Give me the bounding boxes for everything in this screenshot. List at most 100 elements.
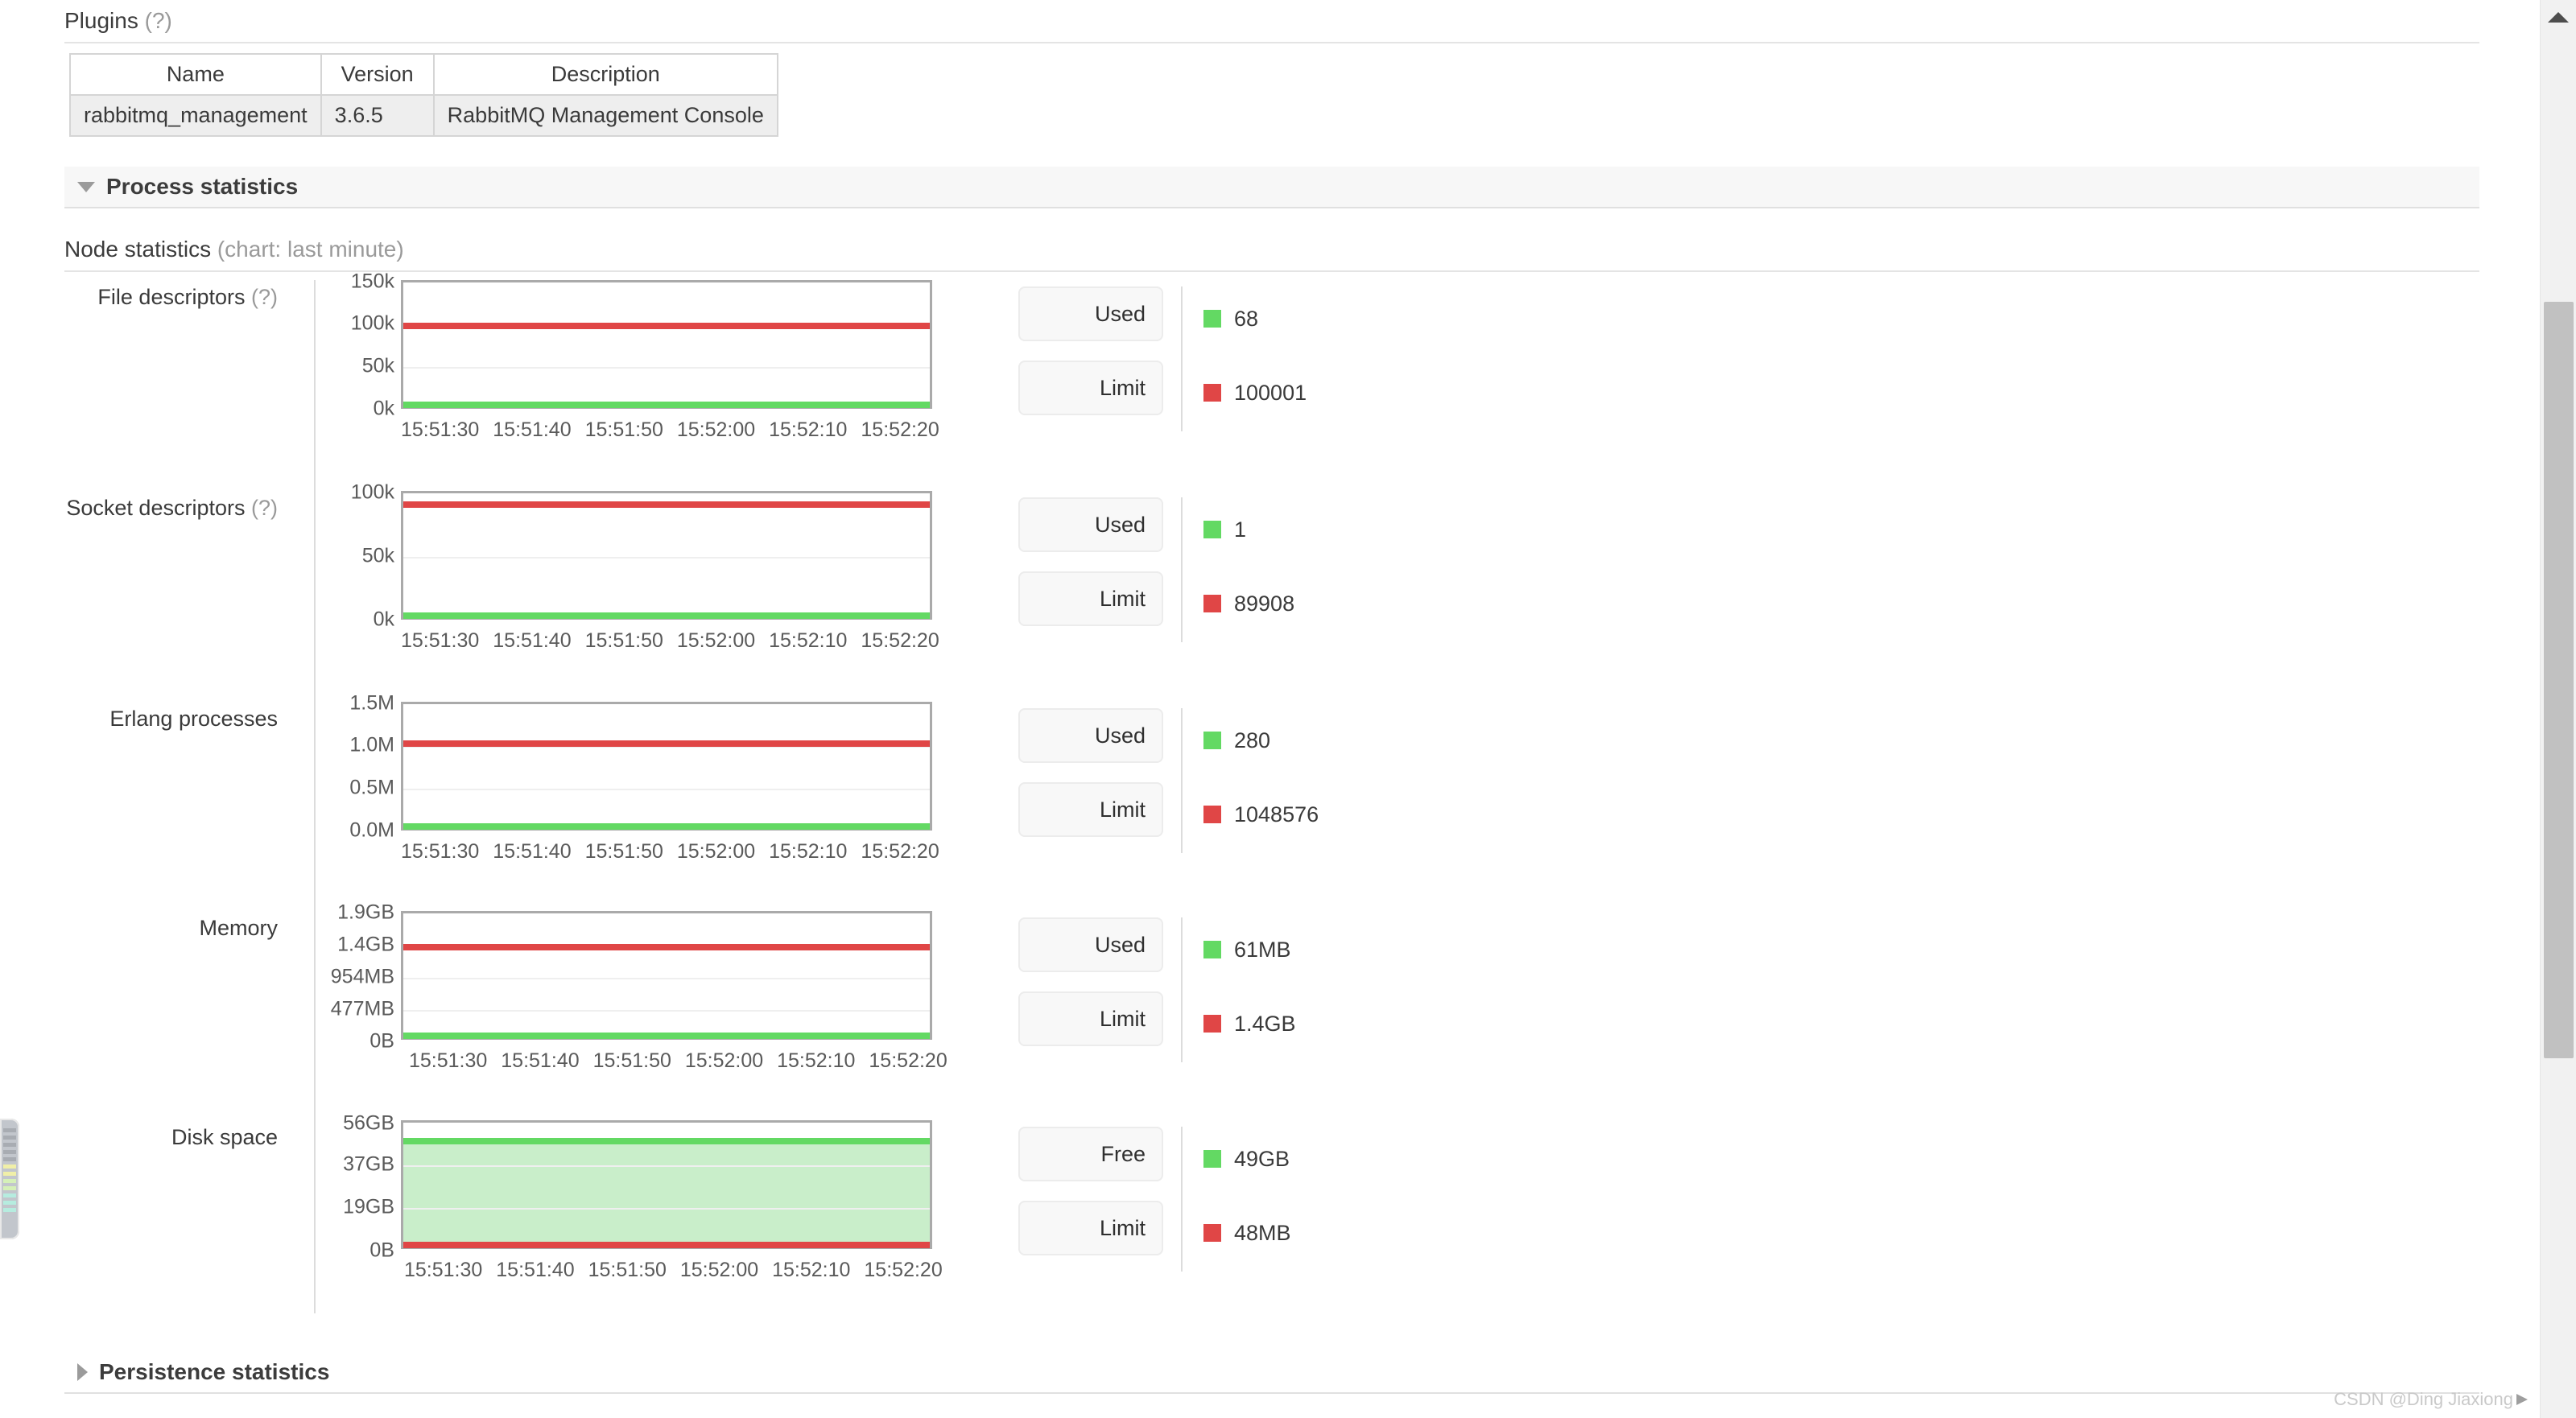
stat-label-erlang-processes: Erlang processes (0, 702, 302, 732)
gadget-line (3, 1157, 16, 1161)
button-used[interactable]: Used (1018, 497, 1163, 552)
legend-value-limit: 100001 (1234, 380, 1307, 405)
series-line-used (403, 612, 930, 619)
section-process-statistics[interactable]: Process statistics (64, 167, 2479, 208)
gadget-line (3, 1150, 16, 1154)
plugins-divider (64, 42, 2479, 43)
x-tick-label: 15:51:50 (588, 1259, 667, 1281)
series-line-limit (403, 944, 930, 950)
gadget-line (3, 1172, 16, 1176)
gridline (403, 978, 930, 979)
swatch-green-icon (1203, 521, 1221, 538)
vertical-scrollbar[interactable] (2540, 0, 2576, 1418)
legend-value-used: 61MB (1234, 937, 1291, 962)
gridline (403, 367, 930, 369)
triangle-right-icon[interactable] (77, 1363, 88, 1381)
swatch-green-icon (1203, 732, 1221, 749)
chart-file-descriptors: 0k 50k 100k 150k 15:51:30 15:51:40 15:51… (330, 270, 942, 442)
swatch-red-icon (1203, 1015, 1221, 1033)
column-header-name[interactable]: Name (69, 53, 322, 96)
node-statistics-label: Node statistics (64, 237, 212, 262)
watermark: CSDN @Ding Jiaxiong (2334, 1389, 2528, 1410)
y-tick-label: 0k (373, 608, 394, 631)
button-used[interactable]: Used (1018, 917, 1163, 972)
stat-row-socket-descriptors: Socket descriptors (?) 0k 50k 100k 15:51… (0, 481, 2479, 653)
button-limit[interactable]: Limit (1018, 361, 1163, 415)
stat-label-file-descriptors: File descriptors (?) (0, 280, 302, 310)
x-axis-socket-descriptors: 15:51:30 15:51:40 15:51:50 15:52:00 15:5… (401, 629, 939, 653)
y-tick-label: 50k (361, 544, 394, 567)
stat-label-erlang-processes-text: Erlang processes (109, 707, 278, 731)
x-axis-disk-space: 15:51:30 15:51:40 15:51:50 15:52:00 15:5… (404, 1259, 943, 1282)
swatch-red-icon (1203, 384, 1221, 402)
socket-descriptors-help-icon[interactable]: (?) (251, 496, 278, 520)
x-tick-label: 15:51:30 (401, 840, 480, 863)
x-tick-label: 15:52:20 (861, 629, 939, 652)
y-tick-label: 19GB (343, 1195, 394, 1218)
plugins-help-icon[interactable]: (?) (145, 8, 172, 33)
x-tick-label: 15:52:10 (777, 1049, 856, 1072)
button-used[interactable]: Used (1018, 286, 1163, 341)
legend-item: 1.4GB (1203, 996, 1296, 1051)
legend-erlang-processes: Used Limit 280 1048576 (1018, 708, 1319, 861)
column-header-description[interactable]: Description (432, 53, 778, 96)
y-tick-label: 477MB (330, 997, 394, 1020)
x-tick-label: 15:51:40 (496, 1259, 575, 1281)
button-limit[interactable]: Limit (1018, 1201, 1163, 1255)
swatch-red-icon (1203, 806, 1221, 823)
series-line-limit (403, 501, 930, 508)
legend-values-socket-descriptors: 1 89908 (1203, 497, 1294, 650)
legend-divider (1181, 497, 1183, 642)
gadget-line (3, 1201, 16, 1205)
scroll-up-arrow-icon[interactable] (2548, 12, 2569, 23)
stat-row-disk-space: Disk space 0B 19GB 37GB 56GB 15:51:30 15… (0, 1112, 2479, 1282)
gadget-line (3, 1186, 16, 1190)
x-tick-label: 15:52:00 (684, 1049, 764, 1072)
y-tick-label: 50k (361, 354, 394, 377)
button-free[interactable]: Free (1018, 1127, 1163, 1181)
chart-disk-space: 0B 19GB 37GB 56GB 15:51:30 15:51:40 15:5… (330, 1112, 943, 1282)
swatch-green-icon (1203, 310, 1221, 328)
y-tick-label: 0B (369, 1029, 394, 1053)
stat-label-disk-space: Disk space (0, 1120, 302, 1150)
legend-divider (1181, 286, 1183, 431)
column-header-version[interactable]: Version (320, 53, 435, 96)
legend-divider (1181, 1127, 1183, 1272)
y-axis-memory: 0B 477MB 954MB 1.4GB 1.9GB (330, 901, 399, 1072)
button-used[interactable]: Used (1018, 708, 1163, 763)
x-tick-label: 15:52:00 (676, 418, 756, 441)
legend-value-used: 68 (1234, 306, 1259, 331)
triangle-down-icon[interactable] (77, 181, 95, 192)
swatch-green-icon (1203, 941, 1221, 958)
cell-plugin-version: 3.6.5 (320, 94, 435, 137)
y-tick-label: 954MB (330, 965, 394, 988)
legend-value-limit: 1048576 (1234, 802, 1319, 826)
y-tick-label: 0.0M (349, 818, 394, 842)
button-limit[interactable]: Limit (1018, 571, 1163, 626)
legend-divider (1181, 708, 1183, 853)
swatch-green-icon (1203, 1150, 1221, 1168)
legend-value-used: 280 (1234, 728, 1271, 752)
stat-row-file-descriptors: File descriptors (?) 0k 50k 100k 150k 15… (0, 270, 2479, 442)
legend-item: 280 (1203, 713, 1319, 768)
series-line-limit (403, 740, 930, 747)
stat-label-memory: Memory (0, 911, 302, 941)
cell-plugin-description: RabbitMQ Management Console (432, 94, 778, 137)
y-tick-label: 100k (350, 311, 394, 335)
button-limit[interactable]: Limit (1018, 991, 1163, 1046)
section-persistence-statistics[interactable]: Persistence statistics (64, 1352, 2479, 1394)
file-descriptors-help-icon[interactable]: (?) (251, 285, 278, 309)
y-tick-label: 0k (373, 397, 394, 420)
cell-plugin-name: rabbitmq_management (69, 94, 322, 137)
x-tick-label: 15:51:40 (493, 840, 572, 863)
legend-socket-descriptors: Used Limit 1 89908 (1018, 497, 1294, 650)
button-limit[interactable]: Limit (1018, 782, 1163, 837)
x-tick-label: 15:52:20 (864, 1259, 943, 1281)
legend-buttons-file-descriptors: Used Limit (1018, 286, 1163, 435)
x-tick-label: 15:52:20 (861, 840, 939, 863)
legend-item: 89908 (1203, 576, 1294, 631)
scrollbar-thumb[interactable] (2544, 302, 2574, 1058)
x-tick-label: 15:51:30 (409, 1049, 488, 1072)
legend-item: 49GB (1203, 1132, 1291, 1186)
color-slider-gadget[interactable] (0, 1119, 19, 1239)
